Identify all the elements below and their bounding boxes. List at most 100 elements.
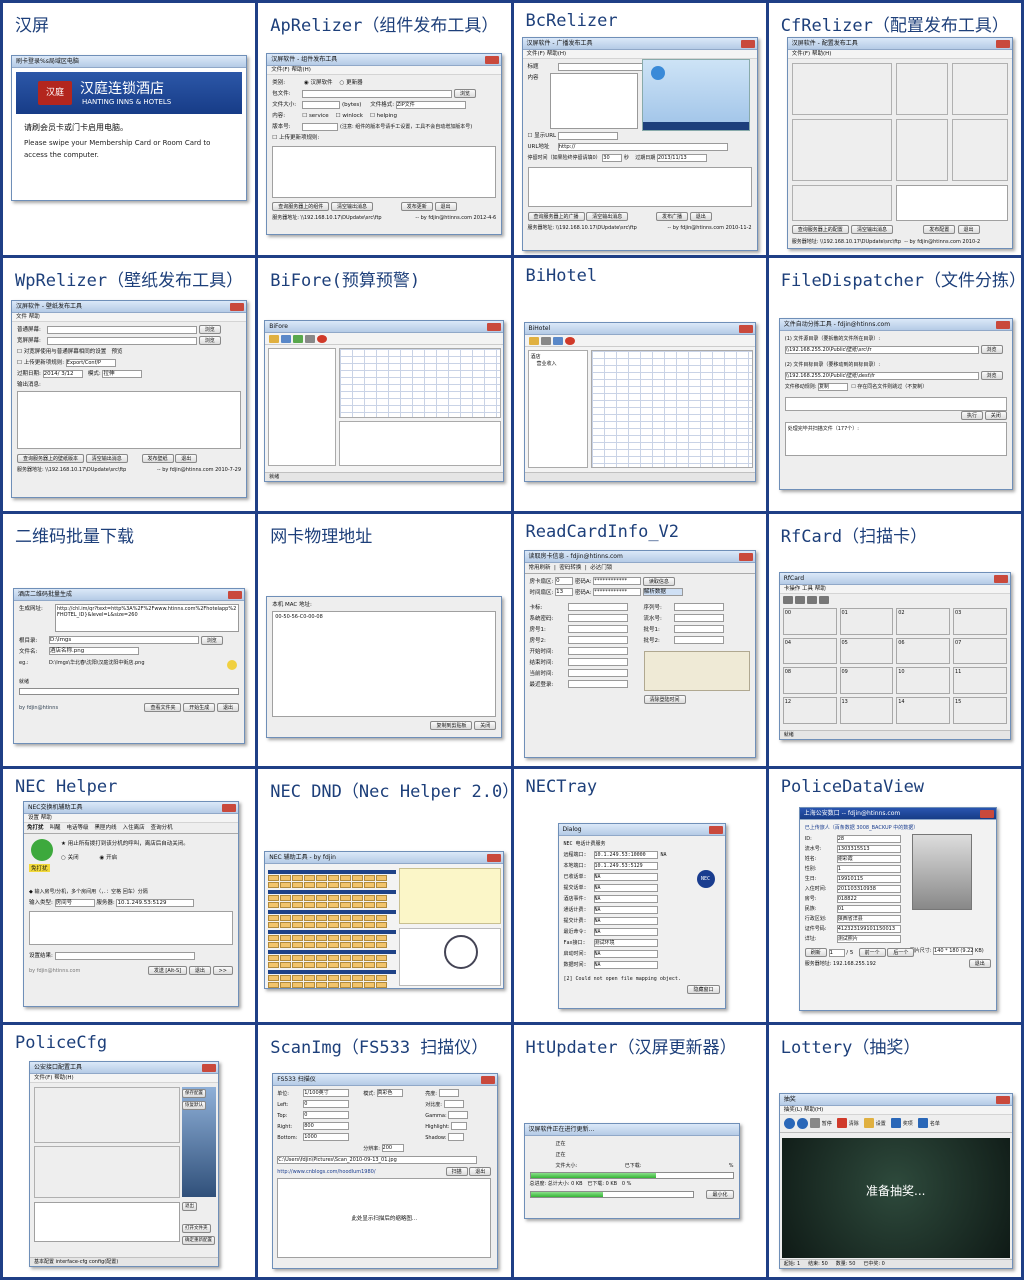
room-button[interactable]	[268, 955, 280, 962]
pkg-input[interactable]	[302, 89, 453, 98]
room-button[interactable]	[328, 895, 340, 902]
room-button[interactable]	[292, 895, 304, 902]
highlight-input[interactable]	[451, 1122, 468, 1131]
publish-button[interactable]: 发布更新	[400, 202, 433, 211]
room-button[interactable]	[280, 882, 292, 889]
room-button[interactable]	[340, 882, 352, 889]
type-option-hanping[interactable]: 汉屏软件	[311, 80, 333, 86]
room-button[interactable]	[376, 942, 388, 949]
room-button[interactable]	[376, 922, 388, 929]
exit-button[interactable]: 退出	[957, 225, 980, 234]
close-icon[interactable]	[995, 321, 1010, 330]
room-button[interactable]	[304, 942, 316, 949]
close-icon[interactable]	[230, 303, 244, 312]
room-button[interactable]	[268, 895, 280, 902]
browse-target-button[interactable]: 浏览	[980, 371, 1003, 381]
skip-existing-checkbox[interactable]: 存在同名文件则跳过（不复制）	[857, 384, 927, 390]
room-button[interactable]	[292, 982, 304, 989]
help-icon[interactable]	[818, 595, 829, 604]
room-button[interactable]	[364, 955, 376, 962]
dnd-off-radio[interactable]: 关闭	[68, 855, 79, 861]
room-button[interactable]	[340, 922, 352, 929]
room-button[interactable]	[376, 875, 388, 882]
room-button[interactable]	[352, 962, 364, 969]
browse-normal-button[interactable]: 浏览	[198, 325, 221, 335]
room-button[interactable]	[304, 982, 316, 989]
target-dir-input[interactable]: \\192.168.255.20\Public\壁纸\dest\fr	[784, 371, 979, 380]
room-button[interactable]	[340, 962, 352, 969]
room-button[interactable]	[352, 875, 364, 882]
browse-source-button[interactable]: 浏览	[980, 345, 1003, 355]
tool-button[interactable]: 名单	[930, 1121, 940, 1127]
room-button[interactable]	[328, 935, 340, 942]
exit-button[interactable]: 退出	[434, 202, 457, 211]
room-button[interactable]	[280, 975, 292, 982]
room-button[interactable]	[268, 882, 280, 889]
save-config-button[interactable]: 保存配置	[182, 1088, 206, 1098]
type-select[interactable]: 房间号	[54, 898, 95, 907]
close-icon[interactable]	[222, 804, 236, 813]
time-sector-input[interactable]: 13	[555, 588, 574, 597]
room-button[interactable]	[340, 902, 352, 909]
room-button[interactable]	[376, 895, 388, 902]
wide-screen-input[interactable]	[47, 336, 197, 345]
room-button[interactable]	[340, 982, 352, 989]
room-button[interactable]	[340, 915, 352, 922]
tool-button[interactable]: 清除	[849, 1121, 859, 1127]
filename-input[interactable]: C:\Users\fdjin\Pictures\Scan_2010-09-13_…	[277, 1156, 478, 1165]
sector-tile[interactable]: 12	[782, 697, 837, 724]
room-button[interactable]	[316, 935, 328, 942]
room-button[interactable]	[328, 962, 340, 969]
sector-tile[interactable]: 05	[839, 637, 894, 665]
close-icon[interactable]	[485, 56, 500, 64]
mode-select[interactable]: 拉伸	[102, 369, 143, 378]
contrast-input[interactable]	[443, 1100, 464, 1109]
menubar[interactable]: 文件(F) 帮助(H)	[30, 1073, 218, 1083]
rule-input[interactable]: Export/Conf/P	[65, 358, 116, 367]
refresh-button[interactable]: 刷新	[804, 948, 827, 958]
show-url-checkbox[interactable]: 显示URL	[534, 133, 556, 139]
room-button[interactable]	[280, 915, 292, 922]
room-button[interactable]	[352, 902, 364, 909]
room-button[interactable]	[304, 975, 316, 982]
room-button[interactable]	[376, 882, 388, 889]
browse-button[interactable]: 浏览	[200, 635, 223, 645]
server-input[interactable]: 10.1.249.53:5129	[116, 898, 195, 907]
room-button[interactable]	[316, 902, 328, 909]
room-button[interactable]	[352, 955, 364, 962]
room-button[interactable]	[340, 875, 352, 882]
room-button[interactable]	[268, 975, 280, 982]
room-button[interactable]	[292, 935, 304, 942]
room-button[interactable]	[328, 882, 340, 889]
sector-tile[interactable]: 14	[896, 697, 950, 724]
apply-button[interactable]: 确定重新配置	[182, 1235, 215, 1245]
room-button[interactable]	[352, 942, 364, 949]
tree-panel[interactable]	[268, 348, 337, 467]
exit-button[interactable]: 退出	[188, 966, 211, 976]
sector-tile[interactable]: 00	[782, 607, 837, 635]
query-button[interactable]: 查询服务器上的配置	[791, 225, 849, 234]
stay-input[interactable]: 30	[602, 153, 623, 162]
play-icon[interactable]	[796, 1117, 808, 1129]
sector-tile[interactable]: 07	[953, 637, 1007, 665]
run-button[interactable]: 执行	[960, 411, 983, 421]
close-button[interactable]: 关闭	[984, 411, 1007, 421]
browse-wide-button[interactable]: 浏览	[198, 336, 221, 346]
expire-date-picker[interactable]: 2014/ 3/12	[42, 369, 83, 378]
room-button[interactable]	[352, 895, 364, 902]
room-button[interactable]	[340, 935, 352, 942]
room-button[interactable]	[292, 882, 304, 889]
room-button[interactable]	[304, 935, 316, 942]
close-icon[interactable]	[481, 1075, 496, 1084]
room-button[interactable]	[304, 955, 316, 962]
sector-tile[interactable]: 11	[953, 667, 1007, 695]
sector-tile[interactable]: 01	[839, 607, 894, 635]
folder-icon[interactable]	[269, 335, 280, 344]
exit-button[interactable]: 退出	[175, 454, 198, 464]
tab-4[interactable]: 入住离店	[123, 825, 145, 831]
sector-tile[interactable]: 13	[839, 697, 894, 724]
room-button[interactable]	[340, 942, 352, 949]
gamma-input[interactable]	[448, 1111, 469, 1120]
room-button[interactable]	[304, 875, 316, 882]
close-icon[interactable]	[740, 40, 755, 48]
